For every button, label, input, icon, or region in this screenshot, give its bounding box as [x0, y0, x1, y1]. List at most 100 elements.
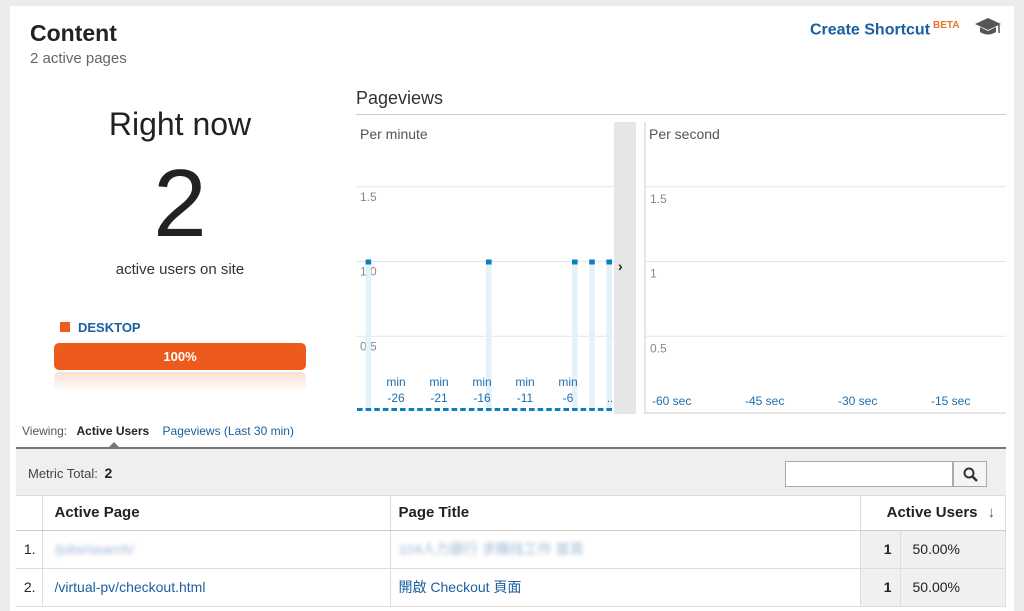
col-page-title-header[interactable]: Page Title — [390, 496, 861, 531]
right-now-title: Right now — [108, 106, 252, 142]
per-minute-bar — [486, 259, 492, 265]
per-minute-bar-bg — [589, 261, 595, 411]
active-users-label: active users on site — [115, 261, 245, 278]
per-minute-bar-base — [417, 408, 423, 411]
per-minute-bar-base — [580, 408, 587, 411]
per-minute-y-tick: 1.5 — [360, 190, 377, 204]
per-minute-bar — [365, 259, 372, 265]
per-minute-bar-bg — [365, 261, 372, 411]
per-minute-bar-base — [546, 408, 552, 411]
active-page-link[interactable]: /virtual-pv/checkout.html — [55, 579, 206, 595]
per-second-label: Per second — [649, 126, 720, 142]
create-shortcut-label: Create Shortcut — [810, 21, 931, 39]
row-index: 2. — [16, 568, 43, 607]
per-minute-bar-base — [408, 408, 415, 411]
per-minute-bar-base — [357, 408, 363, 411]
per-minute-chart: Per minute 1.51.00.5min-26min-21min-16mi… — [356, 126, 614, 411]
col-active-users-header[interactable]: Active Users ↓ — [860, 496, 1006, 531]
create-shortcut-link[interactable]: Create Shortcut BETA — [810, 20, 960, 39]
page-title-link[interactable]: 開啟 Checkout 頁面 — [399, 579, 522, 595]
per-minute-bar-bg — [606, 261, 612, 411]
row-index: 1. — [16, 530, 43, 569]
per-minute-x-tick: -16 — [473, 391, 491, 405]
per-second-chart: Per second 1.5 1 0.5 -60 sec -45 sec -30 sec -… — [644, 122, 1006, 414]
per-minute-bar-base — [494, 408, 501, 411]
sort-desc-icon: ↓ — [987, 504, 996, 522]
page-title-link[interactable]: 104人力銀行 求職找工作 首頁 — [399, 541, 584, 557]
beta-badge: BETA — [933, 20, 960, 31]
per-minute-bar-base — [400, 408, 406, 411]
search-icon — [963, 467, 978, 482]
per-minute-bar-base — [563, 408, 569, 411]
viewing-toggle: Viewing: Active Users Pageviews (Last 30… — [22, 424, 294, 438]
per-minute-x-tick-unit: min — [515, 375, 534, 389]
per-minute-bar-base — [554, 408, 561, 411]
per-minute-bar-base — [468, 408, 475, 411]
per-minute-bar-base — [597, 408, 604, 411]
col-active-page-header[interactable]: Active Page — [42, 496, 391, 531]
per-second-x-tick: -30 sec — [838, 394, 877, 408]
table-header-row: Active Page Page Title Active Users ↓ — [16, 496, 1006, 531]
active-page-link[interactable]: /jobs/search/ — [55, 541, 134, 557]
metric-total-label: Metric Total: — [28, 466, 98, 481]
metric-total-value: 2 — [104, 465, 113, 481]
metric-total: Metric Total: 2 — [28, 465, 112, 481]
viewing-label: Viewing: — [22, 424, 68, 438]
per-minute-label: Per minute — [360, 126, 428, 142]
table-row: 1. /jobs/search/ 104人力銀行 求職找工作 首頁 1 50.0… — [16, 530, 1006, 569]
per-minute-bar-base — [374, 408, 380, 411]
chevron-right-icon: › — [618, 258, 623, 274]
per-minute-bar-base — [606, 408, 612, 411]
per-minute-bar-base — [451, 408, 458, 411]
device-legend[interactable]: DESKTOP — [60, 320, 141, 335]
per-minute-bar-base — [511, 408, 518, 411]
per-minute-bar-base — [529, 408, 535, 411]
per-second-y-tick: 1 — [650, 267, 657, 281]
row-active-users: 1 — [860, 530, 901, 569]
per-minute-x-tick: -6 — [563, 391, 574, 405]
per-minute-bar-base — [382, 408, 389, 411]
per-second-x-tick: -45 sec — [745, 394, 784, 408]
per-minute-bar — [606, 259, 612, 265]
table-row: 2. /virtual-pv/checkout.html 開啟 Checkout… — [16, 568, 1006, 607]
col-active-users-label: Active Users — [886, 504, 978, 522]
per-second-x-tick: -15 sec — [931, 394, 970, 408]
active-pages-table: Active Page Page Title Active Users ↓ 1. … — [16, 496, 1006, 607]
per-minute-bar — [572, 259, 578, 265]
pageviews-title: Pageviews — [356, 88, 444, 108]
per-minute-bar-base — [425, 408, 432, 411]
per-minute-bar-base — [477, 408, 483, 411]
row-percent: 50.00% — [900, 530, 1006, 569]
per-minute-bar-base — [391, 408, 397, 411]
desktop-swatch — [60, 322, 70, 332]
col-index-header — [16, 496, 43, 531]
per-minute-x-tick-unit: min — [429, 375, 448, 389]
device-legend-label: DESKTOP — [78, 320, 141, 335]
per-minute-bar-base — [503, 408, 509, 411]
pageviews-charts: Per minute 1.51.00.5min-26min-21min-16mi… — [356, 122, 1006, 414]
per-minute-x-tick: -26 — [387, 391, 405, 405]
search-button[interactable] — [953, 461, 987, 487]
row-active-users: 1 — [860, 568, 901, 607]
per-minute-bar-base — [365, 408, 372, 411]
active-users-count: 2 — [153, 150, 207, 257]
per-minute-bar-base — [434, 408, 440, 411]
per-second-y-tick: 1.5 — [650, 192, 667, 206]
pageviews-tab[interactable]: Pageviews (Last 30 min) — [163, 424, 294, 438]
row-percent: 50.00% — [900, 568, 1006, 607]
per-minute-x-tick-unit: min — [558, 375, 577, 389]
per-minute-bar-base — [460, 408, 466, 411]
content-panel: Content 2 active pages Create Shortcut BE… — [10, 6, 1014, 611]
per-minute-x-tick-unit: min — [472, 375, 491, 389]
per-minute-x-tick-more: .. — [607, 393, 613, 405]
per-minute-bar-base — [520, 408, 526, 411]
page-subtitle: 2 active pages — [30, 50, 127, 67]
per-minute-bar-base — [443, 408, 449, 411]
per-minute-x-tick-unit: min — [386, 375, 405, 389]
per-second-x-tick: -60 sec — [652, 394, 691, 408]
graduation-cap-icon[interactable] — [974, 16, 1002, 38]
chart-collapse-toggle[interactable]: › — [614, 122, 636, 414]
search-input[interactable] — [785, 461, 953, 487]
per-minute-bar-base — [537, 408, 544, 411]
active-users-tab[interactable]: Active Users — [76, 424, 149, 438]
